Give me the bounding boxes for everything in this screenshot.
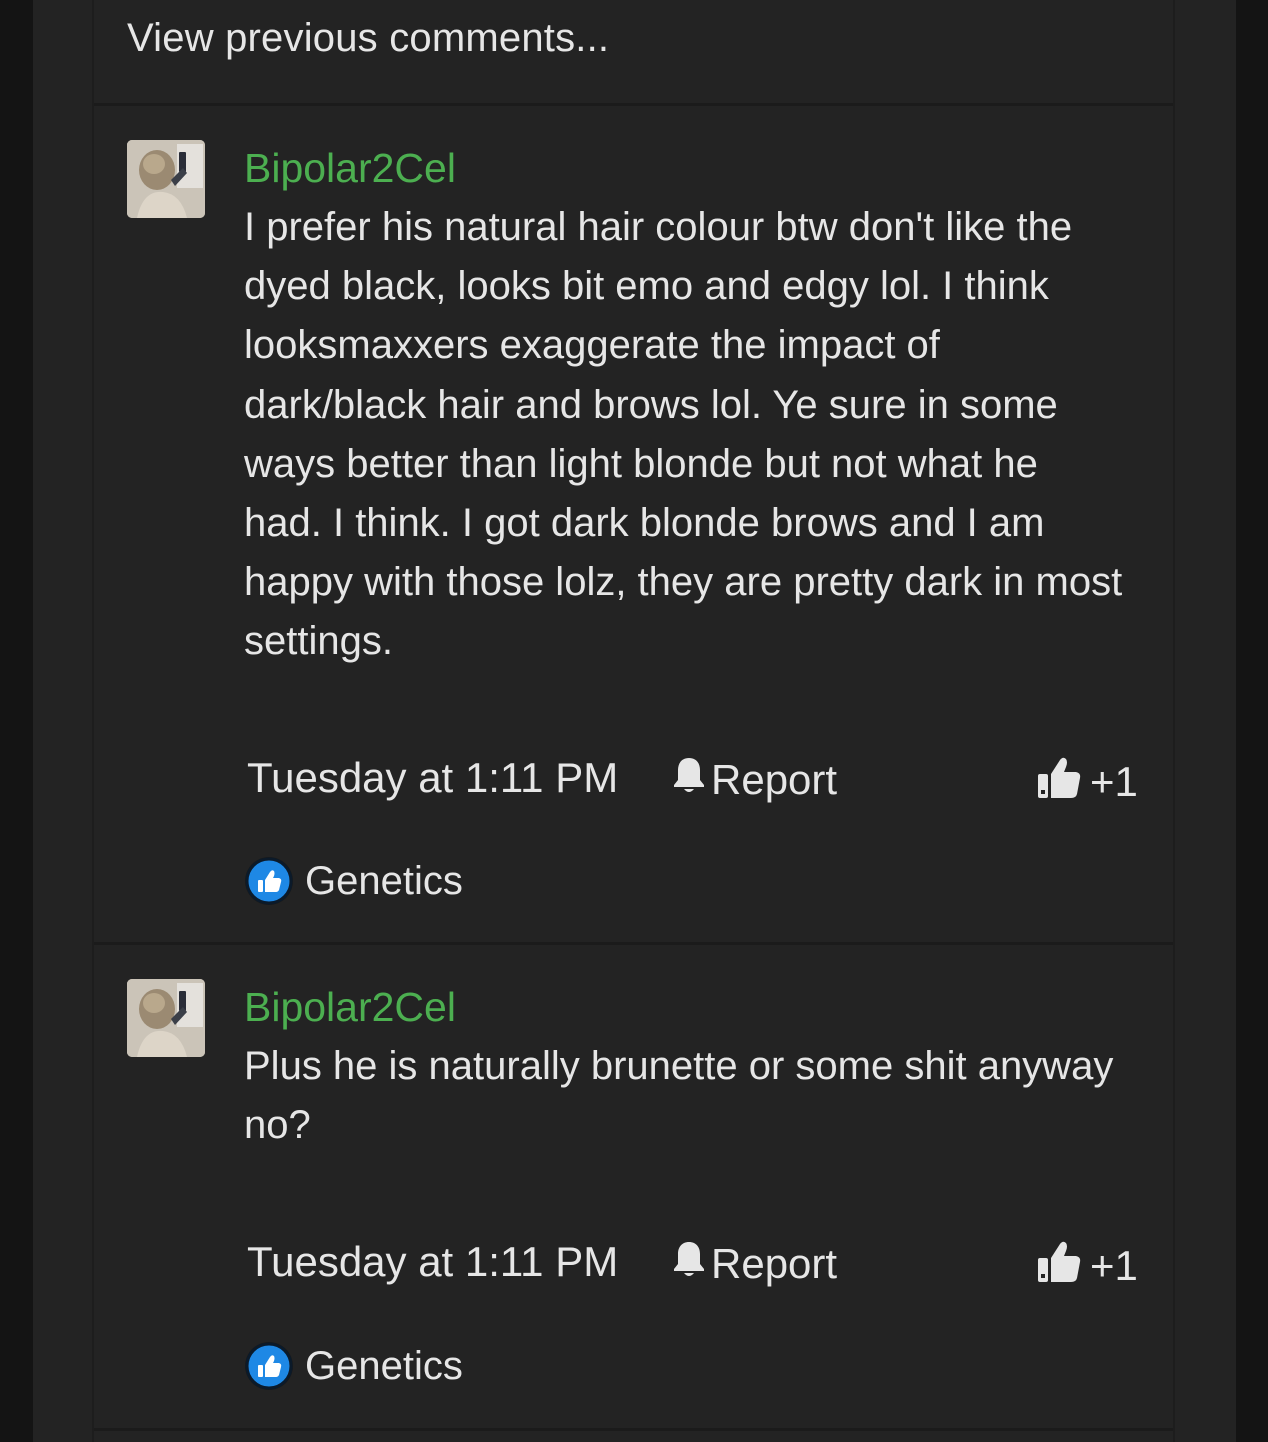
avatar[interactable] [127,979,205,1057]
page: View previous comments... Bipolar2Cel I … [0,0,1268,1442]
divider [94,942,1173,945]
like-reaction-icon [245,857,293,905]
bell-icon [671,1238,707,1290]
report-label: Report [711,1240,838,1287]
report-button[interactable]: Report [671,754,837,806]
reaction-summary[interactable]: Genetics [245,857,463,905]
like-button[interactable]: +1 [1036,1238,1138,1294]
timestamp[interactable]: Tuesday at 1:11 PM [247,1238,618,1286]
avatar[interactable] [127,140,205,218]
divider [94,103,1173,106]
report-label: Report [711,756,838,803]
timestamp[interactable]: Tuesday at 1:11 PM [247,754,618,802]
report-button[interactable]: Report [671,1238,837,1290]
thumbs-up-icon [1036,754,1082,810]
reaction-label: Genetics [305,1343,463,1388]
like-reaction-icon [245,1342,293,1390]
like-count: +1 [1090,758,1138,805]
view-previous-comments-link[interactable]: View previous comments... [127,16,609,61]
reaction-summary[interactable]: Genetics [245,1342,463,1390]
divider [94,1428,1173,1431]
thumbs-up-icon [1036,1238,1082,1294]
like-button[interactable]: +1 [1036,754,1138,810]
username[interactable]: Bipolar2Cel [244,145,456,192]
comment-text: I prefer his natural hair colour btw don… [244,205,1123,664]
like-count: +1 [1090,1242,1138,1289]
reaction-label: Genetics [305,858,463,903]
bell-icon [671,754,707,806]
username[interactable]: Bipolar2Cel [244,984,456,1031]
comment-text: Plus he is naturally brunette or some sh… [244,1044,1114,1148]
